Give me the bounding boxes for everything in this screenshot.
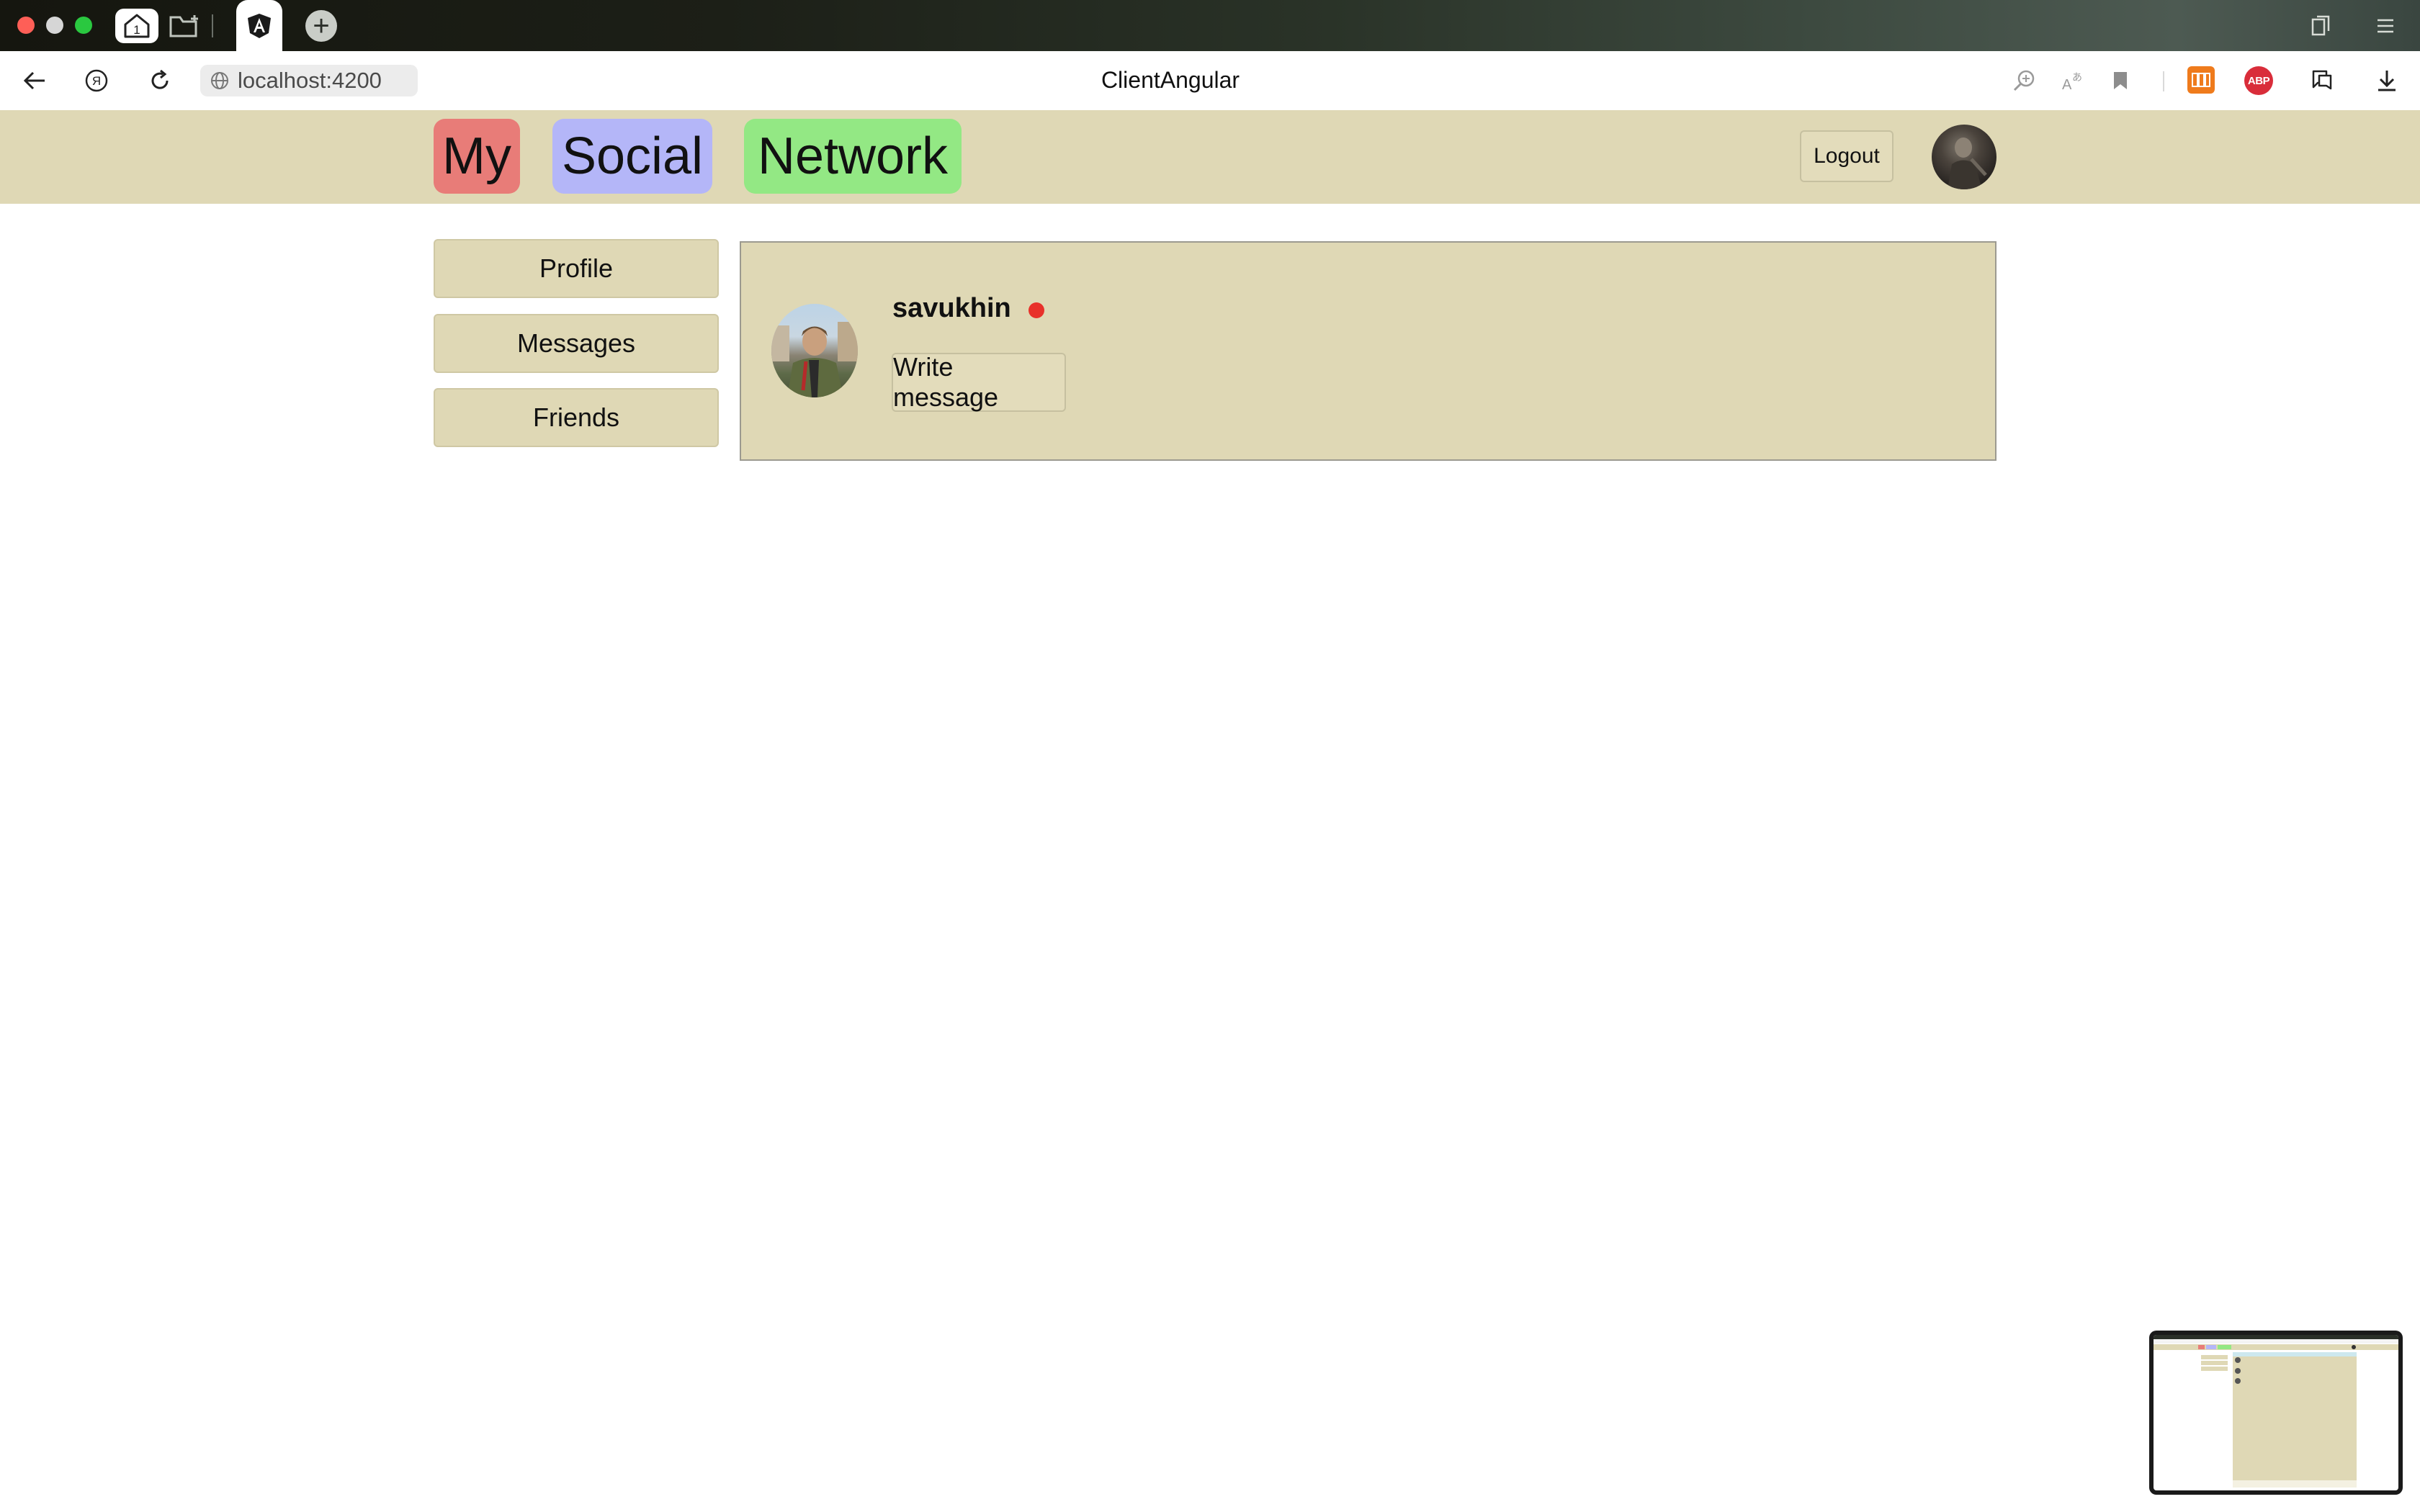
browser-toolbar: Я localhost:4200 ClientAngular A あ ABP [0, 51, 2420, 112]
screenshot-thumbnail-preview[interactable] [2149, 1331, 2403, 1495]
svg-text:1: 1 [133, 23, 140, 37]
translate-icon: A あ [2062, 71, 2082, 92]
globe-icon [209, 70, 230, 91]
sidebar-item-friends[interactable]: Friends [434, 388, 719, 447]
back-button[interactable] [20, 66, 49, 95]
translate-button[interactable]: A あ [2058, 66, 2087, 95]
toolbar-separator [2163, 71, 2164, 91]
svg-text:あ: あ [2072, 71, 2082, 83]
logo-social[interactable]: Social [552, 119, 712, 194]
app-header: My Social Network Logout [0, 110, 2420, 204]
screenshot-icon [2312, 70, 2332, 90]
zoom-icon [2013, 70, 2035, 91]
angular-icon [248, 13, 271, 38]
close-window-button[interactable] [17, 17, 35, 34]
profile-card: savukhin Write message [740, 241, 1996, 461]
address-bar[interactable]: localhost:4200 [200, 65, 418, 96]
yandex-button[interactable]: Я [82, 66, 111, 95]
avatar-photo [1948, 138, 1987, 189]
bookmark-icon [2114, 72, 2127, 89]
tab-active[interactable] [236, 0, 282, 51]
sidebar-item-profile[interactable]: Profile [434, 239, 719, 298]
new-tab-icon: + [313, 10, 330, 42]
screenshot-button[interactable] [2308, 66, 2336, 95]
write-message-button[interactable]: Write message [892, 352, 1066, 412]
page-title: ClientAngular [1101, 67, 1240, 93]
bookmarks-panel-icon [2311, 15, 2330, 36]
logo-network[interactable]: Network [744, 119, 962, 194]
reload-button[interactable] [145, 66, 174, 95]
zoom-button[interactable] [2009, 66, 2038, 95]
new-folder-icon [169, 15, 198, 37]
profile-avatar[interactable] [771, 304, 858, 397]
adblock-button[interactable]: ABP [2244, 66, 2273, 95]
thumbnail-image [2154, 1335, 2398, 1488]
main-menu-button[interactable] [2372, 13, 2398, 39]
extension-orange-icon [2192, 73, 2210, 87]
logo-my[interactable]: My [434, 119, 520, 194]
tab-home[interactable]: 1 [115, 9, 158, 43]
download-button[interactable] [2372, 66, 2401, 95]
sidebar-item-messages[interactable]: Messages [434, 314, 719, 373]
browser-tab-strip: 1 + [0, 0, 2420, 51]
logout-button[interactable]: Logout [1800, 130, 1894, 182]
svg-text:Я: Я [92, 74, 101, 88]
back-icon [23, 71, 45, 90]
orange-extension-button[interactable] [2187, 66, 2215, 94]
hamburger-menu-icon [2378, 19, 2393, 33]
tab-divider [212, 14, 213, 37]
adblock-icon: ABP [2247, 74, 2270, 87]
url-text: localhost:4200 [238, 68, 382, 93]
download-icon [2378, 71, 2396, 91]
header-avatar[interactable] [1932, 125, 1996, 189]
home-icon: 1 [124, 14, 150, 38]
new-tab-button[interactable]: + [305, 10, 337, 42]
yandex-icon: Я [85, 69, 108, 92]
profile-username: savukhin [892, 293, 1011, 323]
online-status-indicator [1028, 302, 1044, 318]
tab-new-folder[interactable] [163, 9, 206, 43]
maximize-window-button[interactable] [75, 17, 92, 34]
bookmark-button[interactable] [2106, 66, 2135, 95]
svg-text:A: A [2062, 77, 2072, 92]
reload-icon [151, 69, 169, 89]
bookmarks-panel-button[interactable] [2308, 13, 2334, 39]
minimize-window-button[interactable] [46, 17, 63, 34]
avatar-photo [771, 322, 858, 397]
